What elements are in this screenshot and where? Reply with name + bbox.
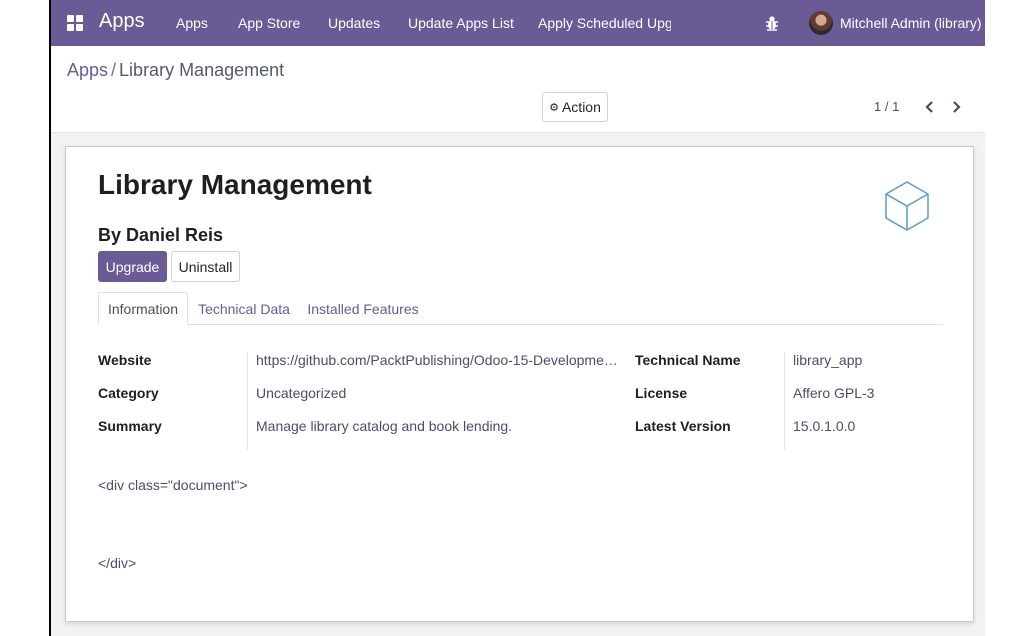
apps-grid-icon[interactable]: [67, 15, 83, 31]
navbar-brand[interactable]: Apps: [99, 10, 145, 33]
user-menu[interactable]: Mitchell Admin (library): [840, 15, 982, 31]
upgrade-button[interactable]: Upgrade: [98, 251, 167, 282]
field-label-summary: Summary: [98, 418, 162, 434]
menu-update-apps-list[interactable]: Update Apps List: [408, 15, 514, 31]
menu-apply-scheduled-upgrades[interactable]: Apply Scheduled Upgrades: [538, 15, 671, 31]
field-value-website[interactable]: https://github.com/PacktPublishing/Odoo-…: [256, 352, 618, 368]
uninstall-button[interactable]: Uninstall: [171, 251, 240, 282]
odoo-app: Apps Apps App Store Updates Update Apps …: [51, 0, 985, 636]
menu-apps[interactable]: Apps: [176, 15, 208, 31]
field-value-latest-version: 15.0.1.0.0: [793, 418, 856, 434]
field-value-summary: Manage library catalog and book lending.: [256, 418, 513, 434]
module-title: Library Management: [98, 169, 372, 200]
field-separator-right: [784, 352, 785, 450]
bug-icon[interactable]: [764, 14, 780, 32]
field-label-category: Category: [98, 385, 159, 401]
field-label-website: Website: [98, 352, 152, 368]
module-cube-icon: [885, 181, 929, 231]
tab-technical-data[interactable]: Technical Data: [194, 292, 294, 325]
pager-value[interactable]: 1 / 1: [874, 99, 899, 114]
field-value-category: Uncategorized: [256, 385, 347, 401]
module-author: By Daniel Reis: [98, 225, 224, 245]
description-open-tag: <div class="document">: [98, 477, 248, 493]
breadcrumb-apps-link[interactable]: Apps: [67, 60, 108, 80]
window-right-margin: [985, 0, 1035, 636]
menu-updates[interactable]: Updates: [328, 15, 380, 31]
tab-information[interactable]: Information: [98, 292, 188, 325]
field-label-license: License: [635, 385, 688, 401]
action-label: Action: [561, 99, 601, 115]
field-value-technical-name: library_app: [793, 352, 863, 368]
description-close-tag: </div>: [98, 555, 137, 571]
field-label-latest-version: Latest Version: [635, 418, 731, 434]
breadcrumb: Apps / Library Management: [67, 60, 284, 81]
field-separator-left: [247, 352, 248, 450]
top-navbar: Apps Apps App Store Updates Update Apps …: [51, 0, 985, 46]
gear-icon: ⚙: [549, 101, 559, 114]
breadcrumb-separator: /: [111, 60, 117, 80]
menu-app-store[interactable]: App Store: [238, 15, 300, 31]
action-button[interactable]: ⚙ Action: [542, 92, 608, 122]
field-value-license: Affero GPL-3: [793, 385, 875, 401]
tab-installed-features[interactable]: Installed Features: [302, 292, 424, 325]
user-avatar[interactable]: [809, 11, 833, 35]
form-sheet: Library Management By Daniel Reis Upgrad…: [65, 146, 974, 622]
pager-next-icon[interactable]: [948, 99, 964, 115]
pager-previous-icon[interactable]: [922, 99, 938, 115]
field-label-technical-name: Technical Name: [635, 352, 741, 368]
breadcrumb-current: Library Management: [119, 60, 285, 80]
